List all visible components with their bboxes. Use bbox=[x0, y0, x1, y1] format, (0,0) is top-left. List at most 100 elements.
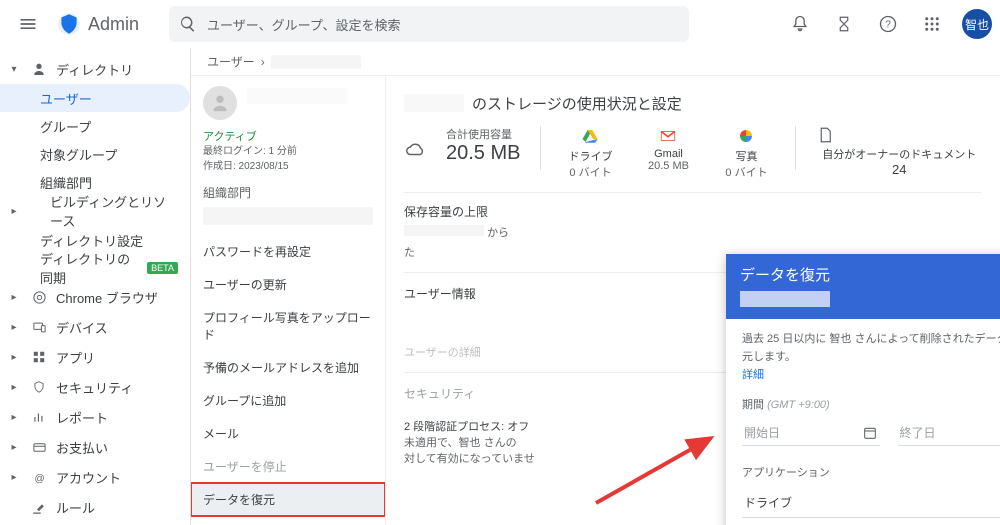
gmail-icon bbox=[639, 126, 697, 146]
brand: Admin bbox=[56, 11, 139, 37]
sidebar-item-dir-sync[interactable]: ディレクトリの同期BETA bbox=[0, 254, 190, 282]
sidebar-item-label: 対象グループ bbox=[40, 145, 117, 164]
org-unit-label: 組織部門 bbox=[191, 180, 385, 205]
sidebar-item-reports[interactable]: ▸レポート bbox=[0, 402, 190, 432]
gavel-icon bbox=[30, 500, 48, 515]
action-update-user[interactable]: ユーザーの更新 bbox=[191, 268, 385, 301]
app-header: Admin ユーザー、グループ、設定を検索 ? 智也 bbox=[0, 0, 1000, 48]
help-button[interactable]: ? bbox=[870, 6, 906, 42]
storage-title-text: のストレージの使用状況と設定 bbox=[472, 93, 682, 114]
start-date-input[interactable]: 開始日 bbox=[742, 420, 880, 446]
storage-limit-card: 保存容量の上限 から た bbox=[404, 192, 982, 260]
info-card-title: ユーザー情報 bbox=[404, 285, 476, 302]
hourglass-icon bbox=[835, 15, 853, 33]
crumb-users[interactable]: ユーザー bbox=[207, 53, 255, 70]
user-name-redacted bbox=[247, 88, 347, 104]
limit-from: から bbox=[487, 227, 509, 239]
sidebar-item-label: アプリ bbox=[56, 348, 95, 367]
docs-label: 自分がオーナーのドキュメント bbox=[816, 146, 982, 162]
calendar-icon bbox=[862, 425, 878, 441]
sidebar-item-rules[interactable]: ルール bbox=[0, 492, 190, 522]
chrome-icon bbox=[30, 290, 48, 305]
end-date-placeholder: 終了日 bbox=[900, 424, 936, 441]
sidebar-item-label: デバイス bbox=[56, 318, 108, 337]
gmail-label: Gmail bbox=[639, 148, 697, 160]
person-icon bbox=[209, 92, 231, 114]
action-restore-data[interactable]: データを復元 bbox=[191, 483, 385, 516]
dialog-details-link[interactable]: 詳細 bbox=[742, 366, 1000, 382]
content-area: ユーザー › アクティブ 最終ログイン: 1 分前 作成日: 2023/08/1… bbox=[190, 48, 1000, 525]
sidebar-item-account[interactable]: ▸@アカウント bbox=[0, 462, 190, 492]
gmail-value: 20.5 MB bbox=[639, 160, 697, 172]
search-bar[interactable]: ユーザー、グループ、設定を検索 bbox=[169, 6, 689, 42]
at-icon: @ bbox=[30, 470, 48, 485]
twostep-desc2: 対して有効になっていませ bbox=[404, 450, 535, 466]
sidebar-item-billing[interactable]: ▸お支払い bbox=[0, 432, 190, 462]
search-icon bbox=[179, 15, 197, 33]
username-redacted bbox=[404, 94, 464, 112]
apps-button[interactable] bbox=[914, 6, 950, 42]
sidebar-item-target-groups[interactable]: 対象グループ bbox=[0, 140, 190, 168]
storage-title: のストレージの使用状況と設定 bbox=[404, 86, 982, 120]
crumb-sep: › bbox=[261, 55, 265, 69]
sidebar-item-security[interactable]: ▸セキュリティ bbox=[0, 372, 190, 402]
account-avatar[interactable]: 智也 bbox=[962, 9, 992, 39]
sidebar-item-apps[interactable]: ▸アプリ bbox=[0, 342, 190, 372]
end-date-input[interactable]: 終了日 bbox=[898, 420, 1000, 446]
person-icon bbox=[30, 61, 48, 77]
sidebar-item-users[interactable]: ユーザー bbox=[0, 84, 190, 112]
user-last-login: 最終ログイン: 1 分前 bbox=[203, 144, 373, 159]
sidebar-item-buildings[interactable]: ▸ビルディングとリソース bbox=[0, 196, 190, 226]
admin-logo-icon bbox=[56, 11, 82, 37]
user-avatar bbox=[203, 86, 237, 120]
hamburger-icon bbox=[18, 14, 38, 34]
sidebar-item-label: ビルディングとリソース bbox=[50, 192, 178, 230]
tasks-button[interactable] bbox=[826, 6, 862, 42]
drive-icon bbox=[561, 126, 619, 146]
action-add-email[interactable]: 予備のメールアドレスを追加 bbox=[191, 351, 385, 384]
dialog-user-redacted bbox=[740, 291, 830, 307]
user-created: 作成日: 2023/08/15 bbox=[203, 159, 373, 174]
brand-text: Admin bbox=[88, 14, 139, 35]
action-add-to-group[interactable]: グループに追加 bbox=[191, 384, 385, 417]
action-email[interactable]: メール bbox=[191, 417, 385, 450]
crumb-redacted bbox=[271, 55, 361, 69]
sidebar-item-label: レポート bbox=[56, 408, 108, 427]
devices-icon bbox=[30, 320, 48, 335]
limit-title: 保存容量の上限 bbox=[404, 203, 488, 220]
action-reset-password[interactable]: パスワードを再設定 bbox=[191, 235, 385, 268]
photos-label: 写真 bbox=[717, 148, 775, 164]
search-placeholder: ユーザー、グループ、設定を検索 bbox=[207, 15, 400, 34]
cloud-icon bbox=[404, 138, 426, 160]
limit-redacted bbox=[404, 225, 484, 236]
action-upload-photo[interactable]: プロフィール写真をアップロード bbox=[191, 301, 385, 351]
start-date-placeholder: 開始日 bbox=[744, 424, 780, 441]
security-card-title: セキュリティ bbox=[404, 385, 475, 402]
sidebar-item-directory[interactable]: ▾ディレクトリ bbox=[0, 54, 190, 84]
notifications-button[interactable] bbox=[782, 6, 818, 42]
total-storage-label: 合計使用容量 bbox=[446, 126, 520, 142]
drive-label: ドライブ bbox=[561, 148, 619, 164]
dialog-message: 過去 25 日以内に 智也 さんによって削除されたデータを復元します。 bbox=[742, 331, 1000, 366]
application-select[interactable]: ドライブ▾ bbox=[742, 488, 1000, 518]
sidebar-item-devices[interactable]: ▸デバイス bbox=[0, 312, 190, 342]
sidebar-item-groups[interactable]: グループ bbox=[0, 112, 190, 140]
user-status: アクティブ bbox=[203, 128, 373, 144]
twostep-desc1: 未適用で、智也 さんの bbox=[404, 434, 535, 450]
twostep-label: 2 段階認証プロセス: オフ bbox=[404, 418, 535, 434]
sidebar-item-label: セキュリティ bbox=[56, 378, 133, 397]
dialog-range-label: 期間 bbox=[742, 399, 764, 411]
restore-data-dialog: データを復元 過去 25 日以内に 智也 さんによって削除されたデータを復元しま… bbox=[726, 254, 1000, 525]
total-storage-value: 20.5 MB bbox=[446, 142, 520, 165]
user-panel: アクティブ 最終ログイン: 1 分前 作成日: 2023/08/15 組織部門 … bbox=[191, 76, 386, 525]
bell-icon bbox=[790, 14, 810, 34]
sidebar-item-label: Chrome ブラウザ bbox=[56, 288, 158, 307]
action-suspend-user[interactable]: ユーザーを停止 bbox=[191, 450, 385, 483]
dialog-tz: (GMT +9:00) bbox=[767, 399, 830, 411]
menu-button[interactable] bbox=[8, 4, 48, 44]
beta-badge: BETA bbox=[147, 262, 178, 274]
chart-icon bbox=[30, 410, 48, 424]
sidebar-item-label: ルール bbox=[56, 498, 95, 517]
svg-text:?: ? bbox=[885, 19, 891, 30]
document-icon bbox=[816, 126, 982, 144]
